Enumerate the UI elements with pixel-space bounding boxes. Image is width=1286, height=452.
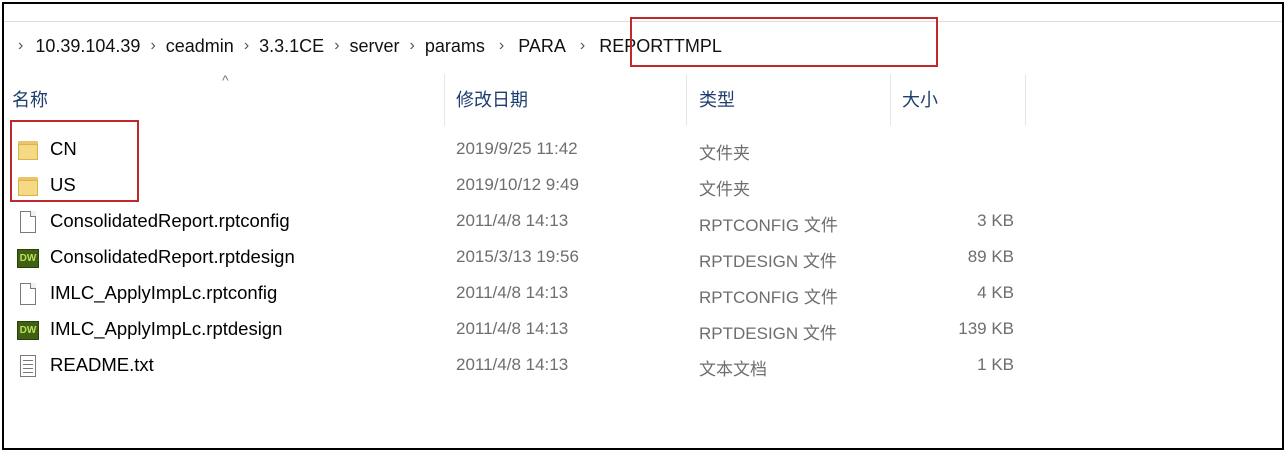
file-name: US: [50, 174, 76, 195]
file-date: 2011/4/8 14:13: [456, 283, 569, 302]
file-type: 文件夹: [699, 144, 750, 163]
file-date: 2019/10/12 9:49: [456, 175, 579, 194]
breadcrumb-item-server[interactable]: server: [350, 36, 400, 57]
breadcrumb-separator[interactable]: ›: [150, 37, 155, 55]
column-divider[interactable]: [686, 74, 687, 126]
file-row-imlc-rptdesign[interactable]: DW IMLC_ApplyImpLc.rptdesign 2011/4/8 14…: [4, 311, 1034, 347]
file-name: ConsolidatedReport.rptconfig: [50, 210, 290, 231]
file-row-readme[interactable]: README.txt 2011/4/8 14:13 文本文档 1 KB: [4, 347, 1034, 383]
breadcrumb-separator: ›: [18, 37, 24, 54]
column-header-size[interactable]: 大小: [902, 86, 938, 112]
file-row-consolidated-rptdesign[interactable]: DW ConsolidatedReport.rptdesign 2015/3/1…: [4, 239, 1034, 275]
file-type: RPTDESIGN 文件: [699, 324, 837, 343]
file-name: README.txt: [50, 354, 154, 375]
file-size: 4 KB: [977, 283, 1014, 302]
column-header-date[interactable]: 修改日期: [456, 86, 528, 112]
file-type: 文本文档: [699, 360, 767, 379]
file-size: 1 KB: [977, 355, 1014, 374]
file-type: RPTCONFIG 文件: [699, 288, 838, 307]
file-row-cn[interactable]: CN 2019/9/25 11:42 文件夹: [4, 131, 1034, 167]
breadcrumb-separator[interactable]: ›: [244, 37, 249, 55]
column-header-row: ^ 名称 修改日期 类型 大小: [4, 72, 1026, 126]
breadcrumb-item-params[interactable]: params: [425, 36, 485, 57]
breadcrumb-separator[interactable]: ›: [334, 37, 339, 55]
file-row-consolidated-rptconfig[interactable]: ConsolidatedReport.rptconfig 2011/4/8 14…: [4, 203, 1034, 239]
folder-icon: [16, 139, 40, 161]
breadcrumb-item-para[interactable]: PARA: [518, 36, 566, 57]
file-size: 89 KB: [967, 247, 1014, 266]
file-row-imlc-rptconfig[interactable]: IMLC_ApplyImpLc.rptconfig 2011/4/8 14:13…: [4, 275, 1034, 311]
file-type: RPTDESIGN 文件: [699, 252, 837, 271]
file-date: 2015/3/13 19:56: [456, 247, 579, 266]
top-divider: [4, 21, 1282, 22]
column-header-type[interactable]: 类型: [699, 86, 735, 112]
explorer-window: › 10.39.104.39 › ceadmin › 3.3.1CE › ser…: [2, 2, 1284, 450]
file-date: 2019/9/25 11:42: [456, 139, 578, 158]
file-name: IMLC_ApplyImpLc.rptdesign: [50, 318, 283, 339]
column-divider[interactable]: [1025, 74, 1026, 126]
text-document-icon: [16, 355, 40, 377]
folder-icon: [16, 175, 40, 197]
column-divider[interactable]: [444, 74, 445, 126]
column-divider[interactable]: [890, 74, 891, 126]
file-date: 2011/4/8 14:13: [456, 355, 569, 374]
breadcrumb: › 10.39.104.39 › ceadmin › 3.3.1CE › ser…: [4, 26, 1282, 66]
file-name: IMLC_ApplyImpLc.rptconfig: [50, 282, 278, 303]
sort-ascending-icon: ^: [222, 72, 229, 88]
breadcrumb-separator[interactable]: ›: [499, 37, 504, 55]
file-name: CN: [50, 138, 77, 159]
file-name: ConsolidatedReport.rptdesign: [50, 246, 295, 267]
breadcrumb-item-host[interactable]: 10.39.104.39: [35, 36, 140, 57]
breadcrumb-item-ceadmin[interactable]: ceadmin: [166, 36, 234, 57]
file-list: CN 2019/9/25 11:42 文件夹 US 2019/10/12 9:4…: [4, 131, 1034, 383]
file-type: RPTCONFIG 文件: [699, 216, 838, 235]
breadcrumb-separator[interactable]: ›: [410, 37, 415, 55]
dreamweaver-icon: DW: [16, 319, 40, 341]
column-header-name[interactable]: 名称: [12, 86, 48, 112]
file-type: 文件夹: [699, 180, 750, 199]
dreamweaver-icon: DW: [16, 247, 40, 269]
file-size: 139 KB: [958, 319, 1014, 338]
file-row-us[interactable]: US 2019/10/12 9:49 文件夹: [4, 167, 1034, 203]
breadcrumb-item-reporttmpl[interactable]: REPORTTMPL: [599, 36, 722, 57]
document-icon: [16, 211, 40, 233]
file-date: 2011/4/8 14:13: [456, 211, 569, 230]
file-size: 3 KB: [977, 211, 1014, 230]
breadcrumb-item-version[interactable]: 3.3.1CE: [259, 36, 324, 57]
document-icon: [16, 283, 40, 305]
file-date: 2011/4/8 14:13: [456, 319, 569, 338]
breadcrumb-separator[interactable]: ›: [580, 37, 585, 55]
